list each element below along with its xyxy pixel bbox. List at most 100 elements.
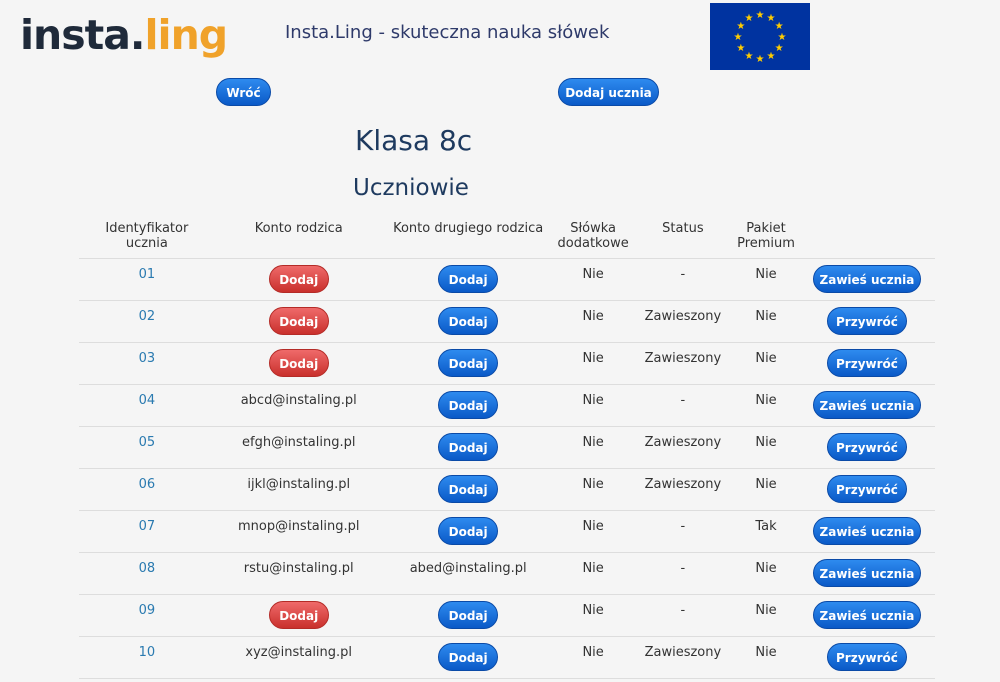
premium-value: Nie [755, 309, 777, 324]
premium-value: Nie [755, 477, 777, 492]
back-button[interactable]: Wróć [216, 78, 271, 106]
extra-words-value: Nie [582, 309, 604, 324]
flag-star: ★ [756, 10, 765, 21]
status-value: Zawieszony [644, 645, 722, 660]
suspend-student-button[interactable]: Zawieś ucznia [812, 391, 921, 419]
flag-star: ★ [736, 43, 745, 54]
student-id-cell: 05 [79, 426, 215, 469]
add-second-parent-button[interactable]: Dodaj [438, 433, 499, 461]
table-row: 05 efgh@instaling.pl Dodaj Nie Zawieszony Nie… [79, 426, 935, 469]
status-value: Zawieszony [644, 351, 722, 366]
student-id[interactable]: 09 [79, 595, 215, 618]
student-id[interactable]: 06 [79, 469, 215, 492]
suspend-student-button[interactable]: Zawieś ucznia [812, 517, 921, 545]
student-id-cell: 04 [79, 384, 215, 427]
header-parent-account: Konto rodzica [254, 221, 343, 236]
add-second-parent-button[interactable]: Dodaj [438, 475, 499, 503]
student-id-cell: 09 [79, 594, 215, 637]
add-second-parent-button[interactable]: Dodaj [438, 601, 499, 629]
student-id[interactable]: 04 [79, 385, 215, 408]
instaling-logo[interactable]: insta.ling [20, 10, 229, 60]
add-parent-cell: Dodaj [214, 342, 383, 385]
premium-value-cell: Nie [733, 426, 799, 469]
logo-ling: ling [144, 11, 229, 59]
status-value-cell: - [632, 594, 734, 637]
suspend-student-button[interactable]: Zawieś ucznia [812, 559, 921, 587]
premium-value: Nie [755, 351, 777, 366]
restore-student-button[interactable]: Przywróć [826, 475, 907, 503]
add-second-parent-button[interactable]: Dodaj [438, 265, 499, 293]
extra-words-value: Nie [582, 477, 604, 492]
student-id[interactable]: 03 [79, 343, 215, 366]
student-id[interactable]: 01 [79, 259, 215, 282]
add-second-parent-button[interactable]: Dodaj [438, 307, 499, 335]
add-parent-button[interactable]: Dodaj [268, 307, 329, 335]
extra-words-value: Nie [582, 267, 604, 282]
extra-words-value: Nie [582, 393, 604, 408]
suspend-student-button[interactable]: Zawieś ucznia [812, 265, 921, 293]
student-id[interactable]: 05 [79, 427, 215, 450]
extra-words-value-cell: Nie [553, 426, 633, 469]
add-second-parent-button[interactable]: Dodaj [438, 349, 499, 377]
parent-email-cell: rstu@instaling.pl [214, 552, 383, 595]
header-second-parent-account: Konto drugiego rodzica [393, 221, 544, 236]
add-parent-button[interactable]: Dodaj [268, 349, 329, 377]
status-value-cell: - [632, 510, 734, 553]
student-id-cell: 01 [79, 258, 215, 301]
add-second-parent-button[interactable]: Dodaj [438, 517, 499, 545]
flag-star: ★ [767, 51, 776, 62]
second-parent-email: abed@instaling.pl [409, 561, 527, 576]
header-student-id: Identyfikator ucznia [105, 221, 189, 251]
student-id[interactable]: 10 [79, 637, 215, 660]
flag-star: ★ [734, 32, 743, 43]
status-value-cell: Zawieszony [632, 468, 734, 511]
add-second-parent-cell: Dodaj [382, 258, 554, 301]
status-value: - [680, 267, 686, 282]
premium-value-cell: Nie [733, 594, 799, 637]
extra-words-value-cell: Nie [553, 384, 633, 427]
flag-star: ★ [756, 54, 765, 65]
section-title: Uczniowie [353, 175, 469, 201]
add-second-parent-cell: Dodaj [382, 426, 554, 469]
restore-student-button[interactable]: Przywróć [826, 643, 907, 671]
add-second-parent-cell: Dodaj [382, 384, 554, 427]
restore-student-button[interactable]: Przywróć [826, 307, 907, 335]
premium-value-cell: Nie [733, 300, 799, 343]
extra-words-value-cell: Nie [553, 510, 633, 553]
add-second-parent-cell: Dodaj [382, 510, 554, 553]
parent-email-cell: efgh@instaling.pl [214, 426, 383, 469]
add-parent-button[interactable]: Dodaj [268, 265, 329, 293]
add-second-parent-button[interactable]: Dodaj [438, 391, 499, 419]
logo-dot: . [129, 11, 146, 59]
add-parent-button[interactable]: Dodaj [268, 601, 329, 629]
students-table-body: 01 Dodaj Dodaj Nie - Nie Zawieś ucznia 02 Dodaj D… [79, 258, 935, 679]
student-id[interactable]: 07 [79, 511, 215, 534]
table-row: 06 ijkl@instaling.pl Dodaj Nie Zawieszony Nie… [79, 468, 935, 511]
student-id[interactable]: 02 [79, 301, 215, 324]
extra-words-value-cell: Nie [553, 258, 633, 301]
premium-value-cell: Nie [733, 384, 799, 427]
status-value: - [680, 561, 686, 576]
add-second-parent-button[interactable]: Dodaj [438, 643, 499, 671]
student-id[interactable]: 08 [79, 553, 215, 576]
student-id-cell: 08 [79, 552, 215, 595]
student-id-cell: 02 [79, 300, 215, 343]
add-second-parent-cell: Dodaj [382, 342, 554, 385]
flag-star: ★ [775, 21, 784, 32]
premium-value-cell: Tak [733, 510, 799, 553]
extra-words-value-cell: Nie [553, 594, 633, 637]
status-value: - [680, 393, 686, 408]
restore-student-button[interactable]: Przywróć [826, 433, 907, 461]
suspend-student-button[interactable]: Zawieś ucznia [812, 601, 921, 629]
restore-student-button[interactable]: Przywróć [826, 349, 907, 377]
parent-email-cell: xyz@instaling.pl [214, 636, 383, 679]
flag-star: ★ [745, 51, 754, 62]
suspend-student-cell: Zawieś ucznia [798, 258, 935, 301]
status-value-cell: - [632, 258, 734, 301]
extra-words-value-cell: Nie [553, 300, 633, 343]
extra-words-value: Nie [582, 645, 604, 660]
class-title: Klasa 8c [355, 124, 473, 157]
header-actions [799, 213, 935, 259]
premium-value: Nie [755, 393, 777, 408]
add-student-button[interactable]: Dodaj ucznia [558, 78, 659, 106]
